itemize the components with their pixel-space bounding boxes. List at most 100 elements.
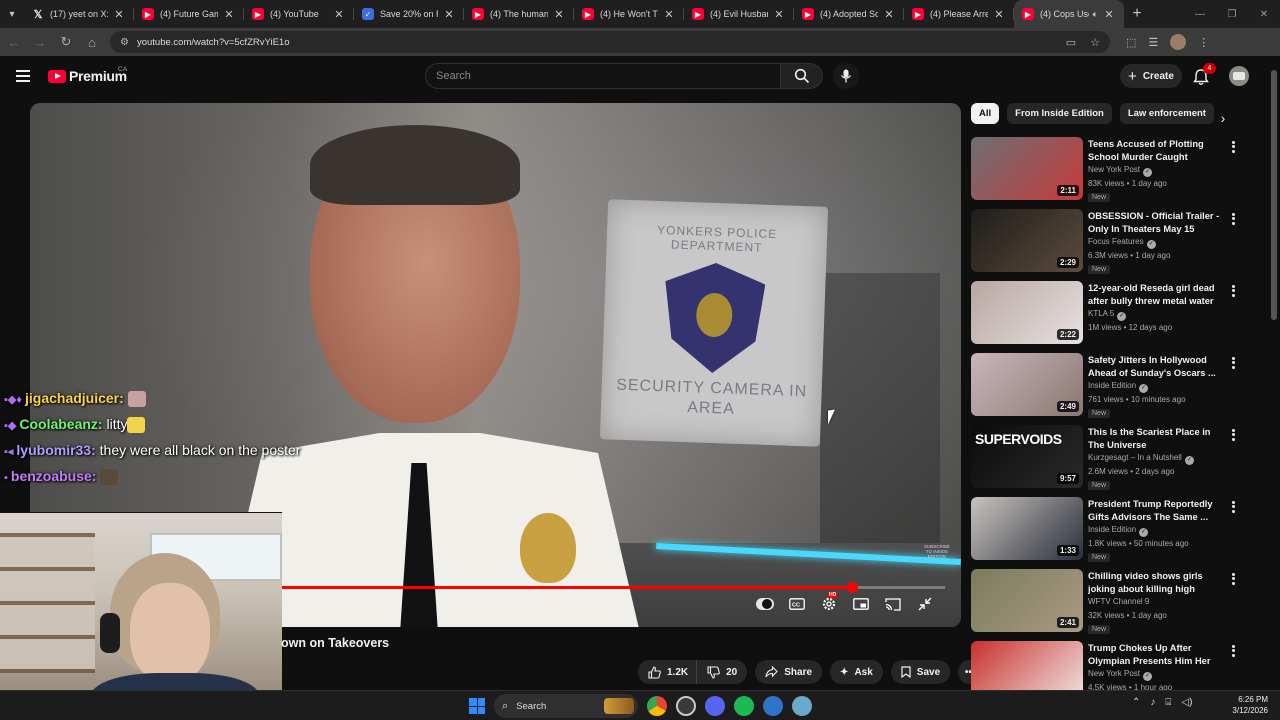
browser-tab[interactable]: ▶ (4) He Won't Try ✕ [574, 0, 684, 28]
tab-close-icon[interactable]: ✕ [662, 8, 676, 21]
minimize-icon[interactable]: — [1184, 9, 1216, 20]
filter-chip[interactable]: All [971, 103, 1000, 124]
recommendation-item[interactable]: 2:49 Safety Jitters In Hollywood Ahead of… [971, 353, 1243, 425]
address-bar[interactable]: ⚙ youtube.com/watch?v=5cfZRvYiE1o ▭ ☆ [110, 31, 1110, 53]
channel-name[interactable]: Inside Edition [1088, 525, 1136, 534]
speaker-icon[interactable]: 🔈︎ [1093, 9, 1098, 20]
browser-tab[interactable]: ▶ (4) The human ey ✕ [464, 0, 574, 28]
volume-icon[interactable]: ◁) [1181, 697, 1192, 708]
tab-close-icon[interactable]: ✕ [442, 8, 456, 21]
browser-tab[interactable]: ▶ (4) Cops Use 🔈︎ ✕ [1014, 0, 1124, 28]
chevron-right-icon[interactable]: › [1211, 106, 1235, 130]
tab-close-icon[interactable]: ✕ [332, 8, 346, 21]
browser-tab[interactable]: ▶ (4) Please Arrest ✕ [904, 0, 1014, 28]
like-button[interactable]: 1.2K [638, 660, 697, 684]
video-thumbnail[interactable]: 2:22 [971, 281, 1083, 344]
page-scrollbar[interactable] [1270, 60, 1278, 688]
video-thumbnail[interactable]: 1:33 [971, 497, 1083, 560]
guide-menu-icon[interactable] [16, 70, 30, 82]
recommendation-title[interactable]: OBSESSION - Official Trailer - Only In T… [1088, 210, 1220, 236]
dislike-button[interactable]: 20 [696, 660, 748, 684]
forward-icon[interactable]: → [28, 30, 52, 54]
video-progress-bar[interactable] [280, 582, 945, 593]
channel-name[interactable]: New York Post [1088, 669, 1140, 678]
windows-start-icon[interactable] [469, 698, 485, 714]
tab-search-icon[interactable]: ▾ [0, 0, 24, 28]
chrome-icon[interactable] [647, 696, 667, 716]
browser-tab[interactable]: ✓ Save 20% on Rev ✕ [354, 0, 464, 28]
search-input[interactable]: Search [425, 63, 781, 89]
video-thumbnail[interactable]: 2:41 [971, 569, 1083, 632]
tab-close-icon[interactable]: ✕ [552, 8, 566, 21]
more-vertical-icon[interactable] [1228, 643, 1238, 658]
back-icon[interactable]: ← [2, 30, 26, 54]
reload-icon[interactable]: ↻ [54, 30, 78, 54]
share-button[interactable]: Share [755, 660, 823, 684]
more-vertical-icon[interactable] [1228, 355, 1238, 370]
channel-name[interactable]: KTLA 5 [1088, 309, 1114, 318]
tab-close-icon[interactable]: ✕ [992, 8, 1006, 21]
profile-avatar[interactable] [1170, 34, 1187, 50]
extensions-icon[interactable]: ⬚ [1126, 36, 1136, 49]
site-info-icon[interactable]: ⚙ [120, 37, 129, 48]
tab-close-icon[interactable]: ✕ [772, 8, 786, 21]
channel-name[interactable]: Inside Edition [1088, 381, 1136, 390]
channel-name[interactable]: Focus Features [1088, 237, 1144, 246]
tab-close-icon[interactable]: ✕ [112, 8, 126, 21]
microphone-icon[interactable]: ♪ [1150, 697, 1155, 708]
browser-tab[interactable]: ▶ (4) Adopted Son ✕ [794, 0, 904, 28]
recommendation-item[interactable]: 2:11 Teens Accused of Plotting School Mur… [971, 137, 1243, 209]
bookmark-star-icon[interactable]: ☆ [1090, 36, 1100, 49]
video-thumbnail[interactable]: 2:49 [971, 353, 1083, 416]
discord-icon[interactable] [705, 696, 725, 716]
taskbar-clock[interactable]: 6:26 PM 3/12/2026 [1208, 694, 1268, 716]
recommendation-item[interactable]: 1:33 President Trump Reportedly Gifts Adv… [971, 497, 1243, 569]
more-vertical-icon[interactable] [1228, 211, 1238, 226]
scrollbar-thumb[interactable] [1271, 70, 1277, 320]
tab-close-icon[interactable]: ✕ [1102, 8, 1116, 21]
globe-icon[interactable] [792, 696, 812, 716]
recommendation-item[interactable]: 2:29 OBSESSION - Official Trailer - Only … [971, 209, 1243, 281]
more-vertical-icon[interactable] [1228, 283, 1238, 298]
channel-name[interactable]: WFTV Channel 9 [1088, 597, 1149, 606]
more-vertical-icon[interactable] [1228, 571, 1238, 586]
recommendation-title[interactable]: Teens Accused of Plotting School Murder … [1088, 138, 1220, 164]
video-thumbnail[interactable]: 2:29 [971, 209, 1083, 272]
app-icon[interactable] [763, 696, 783, 716]
settings-button[interactable]: HD [820, 592, 838, 613]
more-vertical-icon[interactable] [1228, 139, 1238, 154]
recommendation-item[interactable]: 2:22 12-year-old Reseda girl dead after b… [971, 281, 1243, 353]
recommendation-title[interactable]: President Trump Reportedly Gifts Advisor… [1088, 498, 1220, 524]
recommendation-title[interactable]: Safety Jitters In Hollywood Ahead of Sun… [1088, 354, 1220, 380]
tab-list-icon[interactable]: ☰ [1148, 36, 1158, 49]
video-thumbnail[interactable]: 2:11 [971, 137, 1083, 200]
close-window-icon[interactable]: ✕ [1248, 9, 1280, 20]
more-vertical-icon[interactable] [1228, 499, 1238, 514]
recommendation-title[interactable]: This Is the Scariest Place in The Univer… [1088, 426, 1220, 452]
progress-scrubber-handle[interactable] [846, 582, 858, 593]
chevron-up-icon[interactable]: ⌃ [1132, 697, 1140, 708]
fullscreen-exit-button[interactable] [916, 595, 934, 613]
cast-icon[interactable]: ▭ [1066, 36, 1076, 49]
autoplay-toggle[interactable] [756, 595, 774, 613]
search-highlight-widget[interactable] [604, 698, 634, 714]
filter-chip[interactable]: From Inside Edition [1007, 103, 1112, 124]
new-tab-button[interactable]: + [1124, 5, 1150, 23]
home-icon[interactable]: ⌂ [80, 30, 104, 54]
recommendation-title[interactable]: Trump Chokes Up After Olympian Presents … [1088, 642, 1220, 668]
channel-name[interactable]: New York Post [1088, 165, 1140, 174]
create-button[interactable]: + Create [1120, 64, 1182, 88]
browser-tab[interactable]: ▶ (4) Future Games ✕ [134, 0, 244, 28]
browser-menu-icon[interactable]: ⋮ [1198, 36, 1209, 49]
network-icon[interactable]: ⌸ [1165, 697, 1171, 708]
video-thumbnail[interactable]: SUPERVOIDS 9:57 [971, 425, 1083, 488]
youtube-premium-logo[interactable]: Premium CA [48, 66, 127, 84]
browser-tab[interactable]: 𝕏 (17) yeet on X: "A ✕ [24, 0, 134, 28]
tab-close-icon[interactable]: ✕ [222, 8, 236, 21]
miniplayer-button[interactable] [852, 595, 870, 613]
ask-button[interactable]: ✦ Ask [830, 660, 883, 684]
browser-tab[interactable]: ▶ (4) Evil Husband ✕ [684, 0, 794, 28]
save-button[interactable]: Save [890, 660, 951, 684]
recommendation-title[interactable]: 12-year-old Reseda girl dead after bully… [1088, 282, 1220, 308]
cast-button[interactable] [884, 595, 902, 613]
